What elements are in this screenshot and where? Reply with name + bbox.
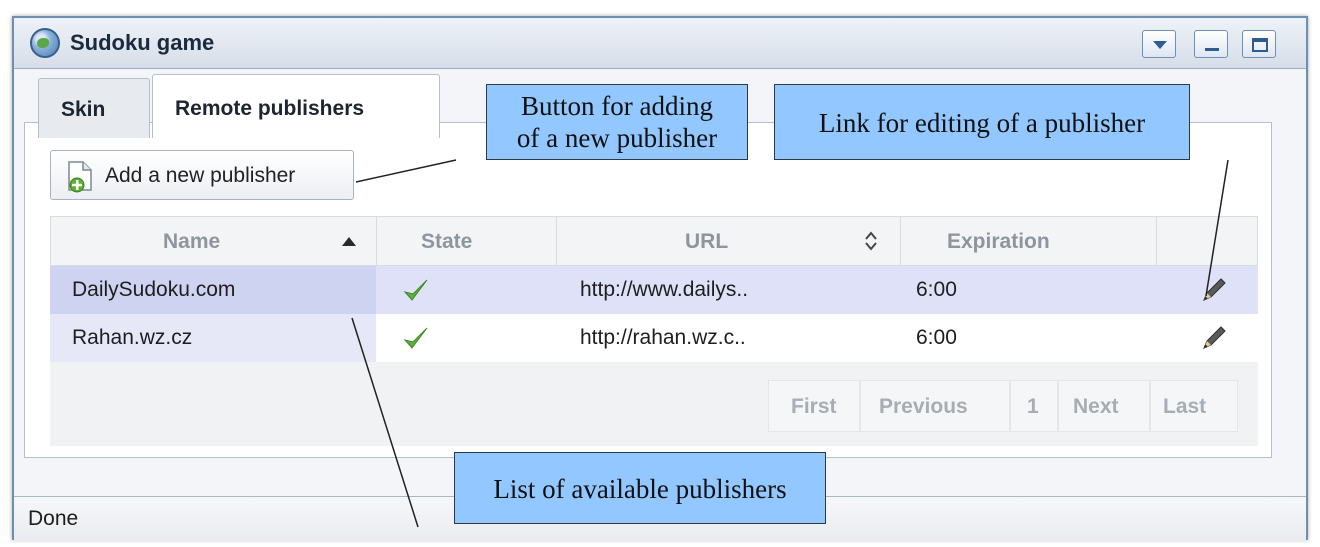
callout-add-button: Button for adding of a new publisher [486, 84, 748, 160]
callout-add-line1: Button for adding [521, 91, 713, 121]
callout-edit-link: Link for editing of a publisher [774, 84, 1190, 160]
callout-add-line2: of a new publisher [516, 123, 718, 153]
callout-publisher-list: List of available publishers [454, 452, 826, 524]
